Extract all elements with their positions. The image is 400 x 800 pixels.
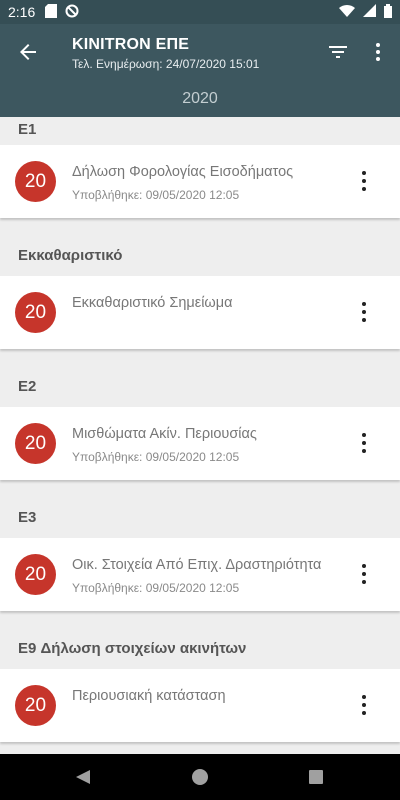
year-badge: 20 (15, 685, 56, 726)
list-item[interactable]: 20 Μισθώματα Ακίν. Περιουσίας Υποβλήθηκε… (0, 407, 400, 480)
list-item[interactable]: 20 Περιουσιακή κατάσταση (0, 669, 400, 742)
last-update-text: Τελ. Ενημέρωση: 24/07/2020 15:01 (72, 57, 260, 71)
filter-button[interactable] (326, 40, 350, 64)
wifi-icon (339, 4, 355, 20)
item-more-button[interactable] (354, 300, 374, 324)
status-time: 2:16 (8, 4, 36, 20)
nav-recents-button[interactable] (309, 770, 323, 784)
item-submitted-date: Υποβλήθηκε: 09/05/2020 12:05 (72, 450, 240, 464)
title-block: KINITRON ΕΠΕ Τελ. Ενημέρωση: 24/07/2020 … (72, 36, 259, 71)
page-title: KINITRON ΕΠΕ (72, 36, 190, 53)
section-header-e3: E3 (0, 496, 400, 538)
list-item[interactable]: 20 Εκκαθαριστικό Σημείωμα (0, 276, 400, 349)
item-more-button[interactable] (354, 431, 374, 455)
filter-icon (329, 46, 347, 58)
item-title: Εκκαθαριστικό Σημείωμα (72, 295, 233, 311)
more-options-button[interactable] (366, 40, 390, 64)
section-header-ekkatharistiko: Εκκαθαριστικό (0, 234, 400, 276)
item-title: Περιουσιακή κατάσταση (72, 688, 226, 704)
item-submitted-date: Υποβλήθηκε: 09/05/2020 12:05 (72, 188, 240, 202)
no-disturb-icon (65, 4, 79, 21)
nav-home-button[interactable] (192, 769, 208, 785)
app-bar: KINITRON ΕΠΕ Τελ. Ενημέρωση: 24/07/2020 … (0, 24, 400, 80)
status-right-group (339, 3, 392, 21)
item-more-button[interactable] (354, 562, 374, 586)
battery-icon (384, 3, 392, 21)
sd-card-icon (45, 3, 58, 21)
item-title: Δήλωση Φορολογίας Εισοδήματος (72, 164, 294, 180)
item-title: Οικ. Στοιχεία Από Επιχ. Δραστηριότητα (72, 557, 322, 573)
item-more-button[interactable] (354, 693, 374, 717)
more-vert-icon (376, 43, 380, 61)
year-badge: 20 (15, 554, 56, 595)
year-badge: 20 (15, 423, 56, 464)
list-item[interactable]: 20 Δήλωση Φορολογίας Εισοδήματος Υποβλήθ… (0, 145, 400, 218)
item-more-button[interactable] (354, 169, 374, 193)
list-item[interactable]: 20 Οικ. Στοιχεία Από Επιχ. Δραστηριότητα… (0, 538, 400, 611)
section-header-e9: E9 Δήλωση στοιχείων ακινήτων (0, 627, 400, 669)
nav-back-button[interactable] (75, 769, 91, 790)
item-submitted-date: Υποβλήθηκε: 09/05/2020 12:05 (72, 581, 240, 595)
year-badge: 20 (15, 161, 56, 202)
system-nav-bar (0, 754, 400, 800)
year-tab[interactable]: 2020 (0, 80, 400, 117)
year-badge: 20 (15, 292, 56, 333)
section-header-e2: E2 (0, 365, 400, 407)
item-title: Μισθώματα Ακίν. Περιουσίας (72, 426, 257, 442)
document-list[interactable]: E1 20 Δήλωση Φορολογίας Εισοδήματος Υποβ… (0, 117, 400, 754)
status-bar: 2:16 (0, 0, 400, 24)
arrow-back-icon (20, 44, 36, 60)
section-header-e1: E1 (0, 117, 400, 145)
back-button[interactable] (14, 38, 42, 66)
signal-icon (363, 4, 376, 20)
triangle-back-icon (76, 770, 90, 784)
